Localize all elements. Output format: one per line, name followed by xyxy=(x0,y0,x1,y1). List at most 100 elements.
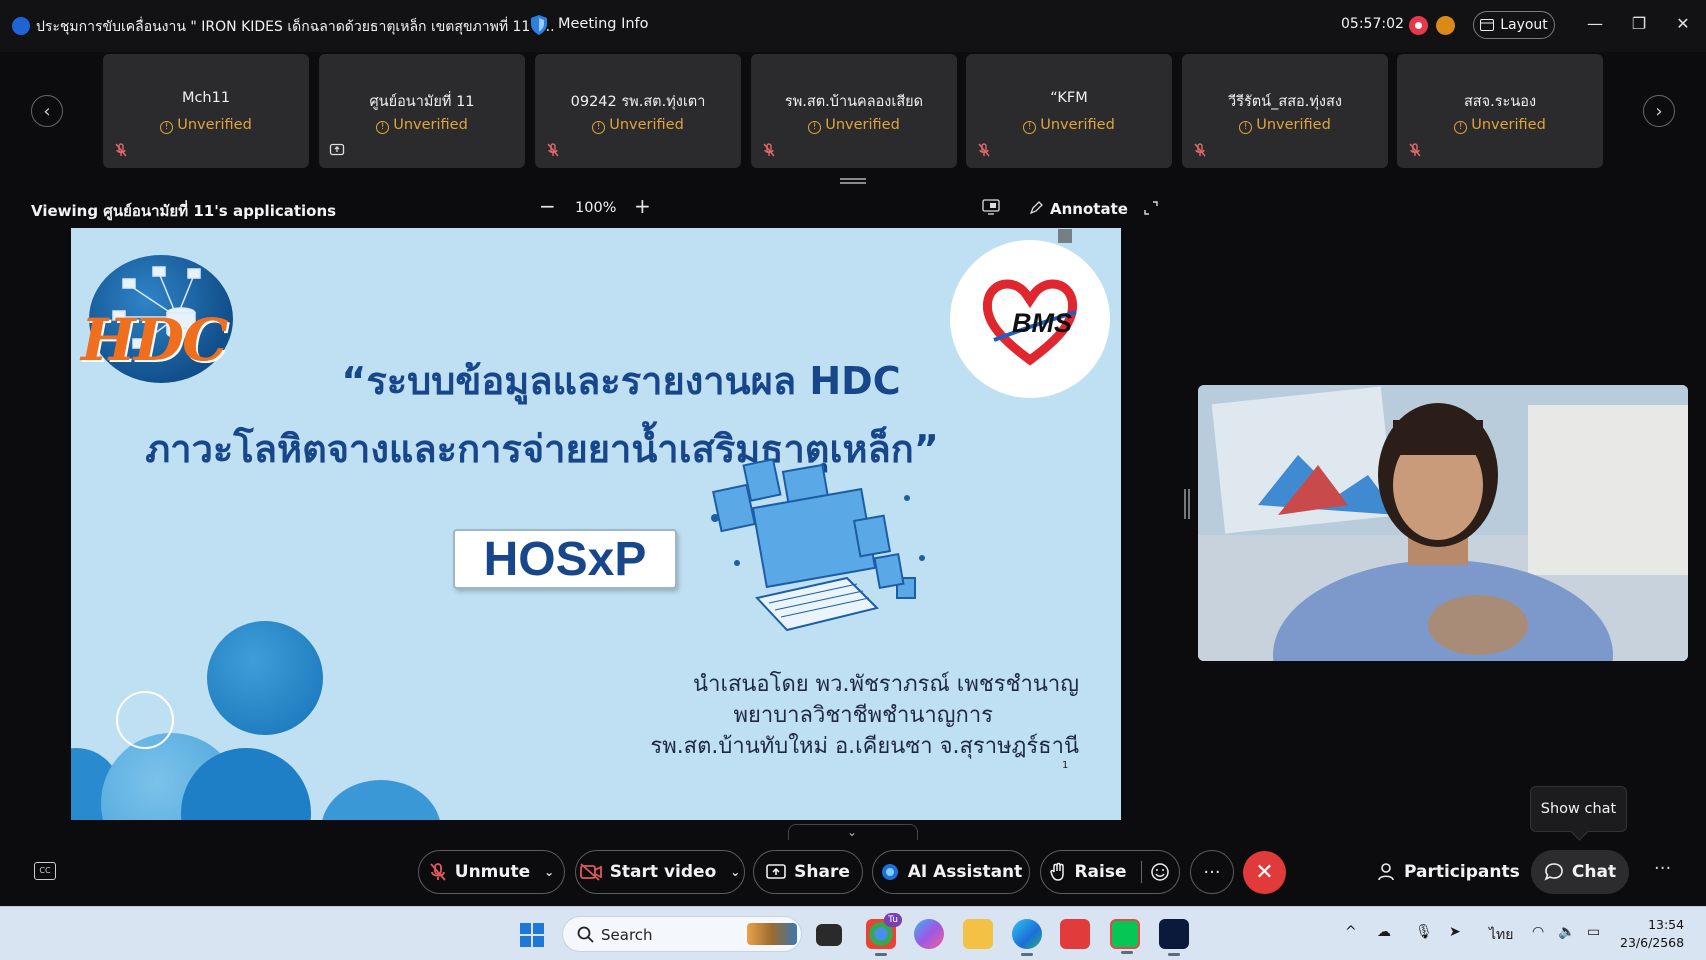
closed-captions-icon[interactable]: CC xyxy=(34,862,56,880)
shield-icon[interactable] xyxy=(529,14,549,36)
mic-muted-icon xyxy=(115,143,127,157)
mic-muted-icon xyxy=(547,143,559,157)
clock-date: 23/6/2568 xyxy=(1620,935,1685,950)
chrome-profile-badge: Tu xyxy=(884,913,902,927)
clock-time: 13:54 xyxy=(1648,917,1685,932)
slide-page-number: 1 xyxy=(1062,760,1069,771)
search-icon xyxy=(577,926,594,943)
presenter-line3: รพ.สต.บ้านทับใหม่ อ.เคียนซา จ.สุราษฎร์ธา… xyxy=(650,734,1079,759)
participant-tile[interactable]: “KFM ! Unverified xyxy=(966,54,1172,168)
raise-hand-button[interactable]: Raise xyxy=(1040,850,1180,894)
unmute-button[interactable]: Unmute ⌄ xyxy=(418,850,565,894)
close-button[interactable]: ✕ xyxy=(1672,14,1694,33)
participant-tile[interactable]: 09242 รพ.สต.ทุ่งเตา ! Unverified xyxy=(535,54,741,168)
title-bar: ประชุมการขับเคลื่อนงาน " IRON KIDES เด็ก… xyxy=(0,0,1706,52)
start-video-label: Start video xyxy=(609,862,717,882)
tray-overflow-icon[interactable]: ^ xyxy=(1345,924,1357,940)
location-icon[interactable]: ➤ xyxy=(1449,924,1461,940)
participant-status: ! Unverified xyxy=(319,117,525,134)
input-language[interactable]: ไทย xyxy=(1489,924,1513,946)
chevron-down-icon[interactable]: ⌄ xyxy=(730,865,740,879)
end-call-button[interactable]: ✕ xyxy=(1243,851,1286,894)
mic-icon[interactable]: 🎙 xyxy=(1415,924,1433,940)
zoom-out-button[interactable]: − xyxy=(539,194,556,218)
screen-share-icon xyxy=(329,143,345,156)
stage-collapse-handle[interactable]: ⌄ xyxy=(788,824,918,840)
participant-tile[interactable]: สสจ.ระนอง ! Unverified xyxy=(1397,54,1603,168)
warning-icon: ! xyxy=(808,121,822,134)
chevron-down-icon[interactable]: ⌄ xyxy=(544,865,554,879)
participant-status: ! Unverified xyxy=(1397,117,1603,134)
network-status-icon[interactable] xyxy=(1436,16,1455,35)
copilot-icon[interactable] xyxy=(914,919,944,949)
task-view-icon[interactable] xyxy=(816,924,842,946)
share-screen-icon xyxy=(766,864,786,879)
taskbar-search[interactable]: Search xyxy=(562,916,802,952)
hosxp-label: HOSxP xyxy=(453,529,677,589)
participant-video[interactable] xyxy=(1198,385,1688,661)
decor-circle xyxy=(207,621,323,735)
start-video-button[interactable]: Start video ⌄ xyxy=(575,850,745,894)
webex-app-icon[interactable] xyxy=(1159,919,1189,956)
chrome-icon[interactable]: Tu xyxy=(866,913,902,956)
participant-tile[interactable]: ศูนย์อนามัยที่ 11 ! Unverified xyxy=(319,54,525,168)
fullscreen-icon[interactable] xyxy=(1143,200,1159,216)
participant-tile[interactable]: รพ.สต.บ้านคลองเสียด ! Unverified xyxy=(751,54,957,168)
recording-icon[interactable] xyxy=(1409,16,1428,35)
minimize-button[interactable]: — xyxy=(1584,14,1606,33)
participants-button[interactable]: Participants xyxy=(1376,850,1520,894)
more-options-button[interactable]: ··· xyxy=(1190,850,1234,894)
warning-icon: ! xyxy=(376,121,390,134)
anydesk-icon[interactable] xyxy=(1060,919,1090,949)
wifi-icon[interactable]: ◠ xyxy=(1532,924,1544,940)
computer-illustration-icon xyxy=(711,458,925,632)
chat-label: Chat xyxy=(1571,862,1617,882)
volume-icon[interactable]: 🔈 xyxy=(1558,924,1575,940)
participant-strip: ‹ Mch11 ! Unverified ศูนย์อนามัยที่ 11 ! U… xyxy=(0,52,1706,184)
ai-assistant-button[interactable]: AI Assistant xyxy=(872,850,1030,894)
meeting-timer: 05:57:02 xyxy=(1341,16,1404,32)
taskbar-clock[interactable]: 13:54 23/6/2568 xyxy=(1620,916,1684,952)
restore-button[interactable]: ❐ xyxy=(1628,14,1650,33)
strip-next-button[interactable]: › xyxy=(1643,95,1675,127)
cursor-ring xyxy=(116,691,174,749)
line-app-icon[interactable] xyxy=(1110,919,1140,954)
participants-label: Participants xyxy=(1404,862,1520,882)
overflow-menu-button[interactable]: ··· xyxy=(1654,858,1671,879)
search-placeholder: Search xyxy=(601,926,653,944)
share-button[interactable]: Share xyxy=(753,850,863,894)
panel-resize-handle[interactable] xyxy=(1184,489,1190,519)
participants-icon xyxy=(1378,863,1394,881)
layout-button[interactable]: Layout xyxy=(1473,11,1555,39)
edge-icon[interactable] xyxy=(1012,919,1042,956)
meeting-info-button[interactable]: Meeting Info xyxy=(558,16,649,32)
participant-name: รพ.สต.บ้านคลองเสียด xyxy=(784,94,924,110)
viewing-label: Viewing ศูนย์อนามัยที่ 11's applications xyxy=(31,202,337,220)
slide-title-line2: ภาวะโลหิตจางและการจ่ายยาน้ำเสริมธาตุเหล็… xyxy=(145,427,939,471)
share-view-bar: Viewing ศูนย์อนามัยที่ 11's applications… xyxy=(0,190,1706,226)
file-explorer-icon[interactable] xyxy=(963,919,993,949)
warning-icon: ! xyxy=(1239,121,1253,134)
participant-tile[interactable]: Mch11 ! Unverified xyxy=(103,54,309,168)
raise-label: Raise xyxy=(1074,862,1127,882)
raise-hand-icon xyxy=(1050,862,1065,881)
layout-icon xyxy=(1480,19,1495,31)
strip-prev-button[interactable]: ‹ xyxy=(31,95,63,127)
reactions-icon[interactable] xyxy=(1150,862,1170,882)
windows-start-icon[interactable] xyxy=(520,923,544,947)
presenter-line2: พยาบาลวิชาชีพชำนาญการ xyxy=(733,703,993,728)
zoom-in-button[interactable]: + xyxy=(634,194,651,218)
participant-status: ! Unverified xyxy=(103,117,309,134)
onedrive-icon[interactable]: ☁ xyxy=(1377,924,1391,940)
mic-muted-icon xyxy=(1194,143,1206,157)
chat-button[interactable]: Chat xyxy=(1531,850,1629,894)
screen-view-icon[interactable] xyxy=(982,199,1000,215)
strip-resize-handle[interactable] xyxy=(840,178,866,184)
participant-name: สสจ.ระนอง xyxy=(1463,94,1537,110)
ai-assistant-icon xyxy=(881,864,898,880)
participant-tile[interactable]: วีรีรัตน์_สสอ.ทุ่งสง ! Unverified xyxy=(1182,54,1388,168)
annotate-button[interactable]: Annotate xyxy=(1050,200,1128,218)
video-frame-image xyxy=(1198,385,1688,661)
battery-icon[interactable]: ▭ xyxy=(1587,924,1600,940)
divider xyxy=(1140,861,1142,883)
